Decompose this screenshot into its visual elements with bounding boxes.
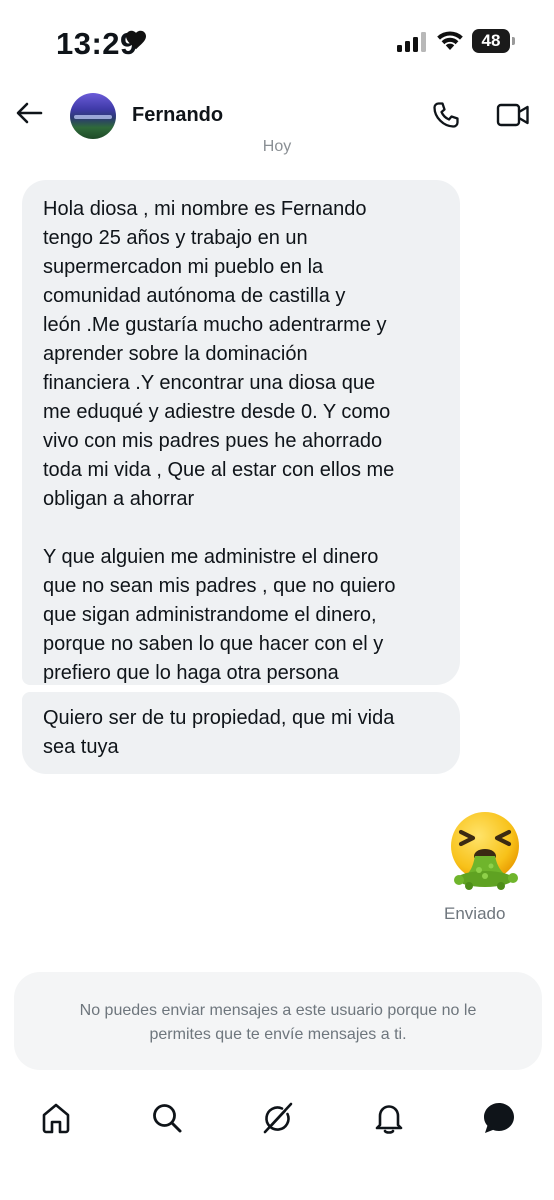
video-call-icon[interactable] — [496, 101, 530, 129]
grok-icon[interactable] — [260, 1100, 296, 1136]
message-line: me eduqué y adiestre desde 0. Y como — [43, 401, 391, 423]
home-icon[interactable] — [38, 1100, 74, 1136]
message-line: aprender sobre la dominación — [43, 343, 308, 365]
message-line: prefiero que lo haga otra persona — [43, 662, 339, 684]
avatar-detail — [74, 115, 112, 119]
messaging-restricted-notice: No puedes enviar mensajes a este usuario… — [14, 972, 542, 1070]
message-line: supermercadon mi pueblo en la — [43, 256, 324, 278]
avatar[interactable] — [70, 93, 116, 139]
message-line: Quiero ser de tu propiedad, que mi vida — [43, 707, 395, 729]
message-line: comunidad autónoma de castilla y — [43, 285, 346, 307]
message-line: Hola diosa , mi nombre es Fernando — [43, 198, 367, 220]
contact-name[interactable]: Fernando — [132, 104, 223, 127]
dm-screen: 13:29 48 Fernando Hoy Hola diosa , mi no… — [0, 0, 554, 1200]
chat-header: Fernando — [0, 84, 554, 146]
messages-icon[interactable] — [481, 1100, 517, 1136]
message-line: tengo 25 años y trabajo en un — [43, 227, 308, 249]
sent-status: Enviado — [444, 904, 506, 923]
message-line: financiera .Y encontrar una diosa que — [43, 372, 376, 394]
search-icon[interactable] — [149, 1100, 185, 1136]
vomiting-face-icon[interactable] — [443, 808, 527, 892]
message-line: león .Me gustaría mucho adentrarme y — [43, 314, 387, 336]
back-arrow-icon[interactable] — [14, 98, 44, 128]
message-line: que no sean mis padres , que no quiero — [43, 575, 396, 597]
day-separator: Hoy — [262, 138, 292, 155]
message-line: vivo con mis padres pues he ahorrado — [43, 430, 383, 452]
notice-line: No puedes enviar mensajes a este usuario… — [79, 1002, 477, 1019]
heart-icon — [126, 30, 146, 50]
message-line: que sigan administrandome el dinero, — [43, 604, 377, 626]
message-line: sea tuya — [43, 736, 119, 758]
battery-level: 48 — [472, 29, 510, 53]
message-line: obligan a ahorrar — [43, 488, 195, 510]
message-line: porque no saben lo que hacer con el y — [43, 633, 384, 655]
battery-tip — [512, 37, 515, 45]
notice-line: permites que te envíe mensajes a ti. — [149, 1026, 407, 1043]
received-message[interactable]: Hola diosa , mi nombre es Fernando tengo… — [22, 180, 460, 685]
status-bar: 13:29 48 — [0, 0, 554, 84]
message-line: Y que alguien me administre el dinero — [43, 546, 379, 568]
message-line: toda mi vida , Que al estar con ellos me — [43, 459, 395, 481]
received-message[interactable]: Quiero ser de tu propiedad, que mi vida … — [22, 692, 460, 774]
bottom-navigation — [0, 1082, 554, 1154]
battery-indicator: 48 — [472, 29, 516, 53]
notifications-icon[interactable] — [371, 1100, 407, 1136]
phone-icon[interactable] — [430, 99, 462, 131]
wifi-icon — [437, 31, 463, 50]
cellular-signal-icon — [397, 32, 426, 52]
